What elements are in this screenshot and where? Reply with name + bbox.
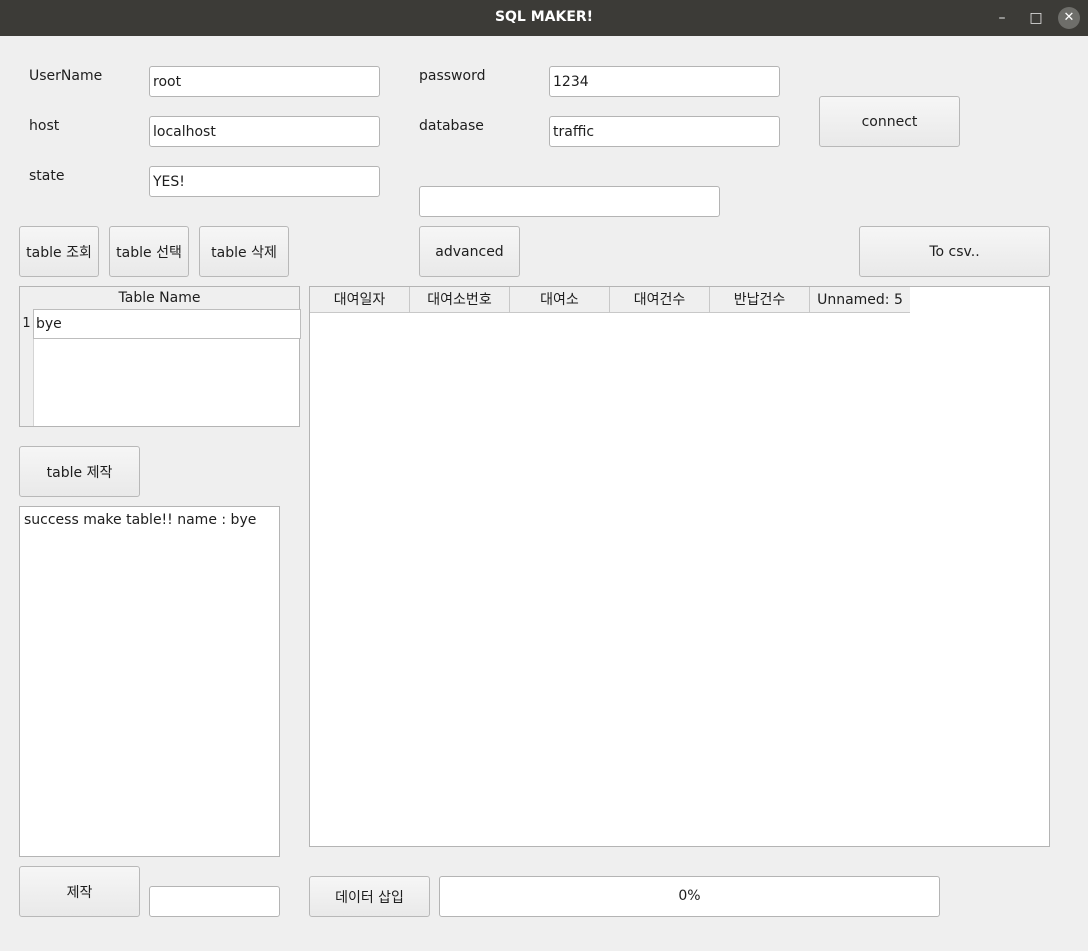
table-delete-button[interactable]: table 삭제	[199, 226, 289, 277]
database-field[interactable]: traffic	[549, 116, 780, 147]
host-label: host	[29, 118, 60, 134]
log-text: success make table!! name : bye	[24, 512, 257, 528]
table-list: Table Name 1 bye	[19, 286, 301, 427]
minimize-icon[interactable]: –	[990, 6, 1014, 30]
log-textarea[interactable]: success make table!! name : bye	[19, 506, 280, 857]
maximize-icon[interactable]: □	[1024, 6, 1048, 30]
username-label: UserName	[29, 68, 103, 84]
table-make-button[interactable]: table 제작	[19, 446, 140, 497]
state-label: state	[29, 168, 65, 184]
table-view-button[interactable]: table 조회	[19, 226, 99, 277]
insert-data-button[interactable]: 데이터 삽입	[309, 876, 430, 917]
table-list-header: Table Name	[20, 287, 299, 310]
column-header[interactable]: 대여건수	[610, 287, 710, 313]
to-csv-button[interactable]: To csv..	[859, 226, 1050, 277]
make-button[interactable]: 제작	[19, 866, 140, 917]
data-grid: 대여일자 대여소번호 대여소 대여건수 반납건수 Unnamed: 5	[309, 286, 1050, 847]
connect-button[interactable]: connect	[819, 96, 960, 147]
host-field[interactable]: localhost	[149, 116, 380, 147]
row-index: 1	[20, 309, 33, 338]
table-select-button[interactable]: table 선택	[109, 226, 189, 277]
query-input[interactable]	[419, 186, 720, 217]
table-row[interactable]: 1 bye	[20, 309, 301, 339]
make-input[interactable]	[149, 886, 280, 917]
close-icon[interactable]: ✕	[1058, 7, 1080, 29]
progress-bar: 0%	[439, 876, 940, 917]
table-name-cell[interactable]: bye	[33, 309, 301, 339]
database-label: database	[419, 118, 484, 134]
window-title: SQL MAKER!	[494, 9, 594, 25]
state-field[interactable]: YES!	[149, 166, 380, 197]
username-field[interactable]: root	[149, 66, 380, 97]
password-field[interactable]: 1234	[549, 66, 780, 97]
column-header[interactable]: 반납건수	[710, 287, 810, 313]
column-header[interactable]: Unnamed: 5	[810, 287, 910, 313]
title-bar: SQL MAKER! – □ ✕	[0, 0, 1088, 36]
column-header[interactable]: 대여일자	[310, 287, 410, 313]
advanced-button[interactable]: advanced	[419, 226, 520, 277]
progress-text: 0%	[678, 888, 701, 904]
column-header[interactable]: 대여소	[510, 287, 610, 313]
password-label: password	[419, 68, 486, 84]
column-header[interactable]: 대여소번호	[410, 287, 510, 313]
